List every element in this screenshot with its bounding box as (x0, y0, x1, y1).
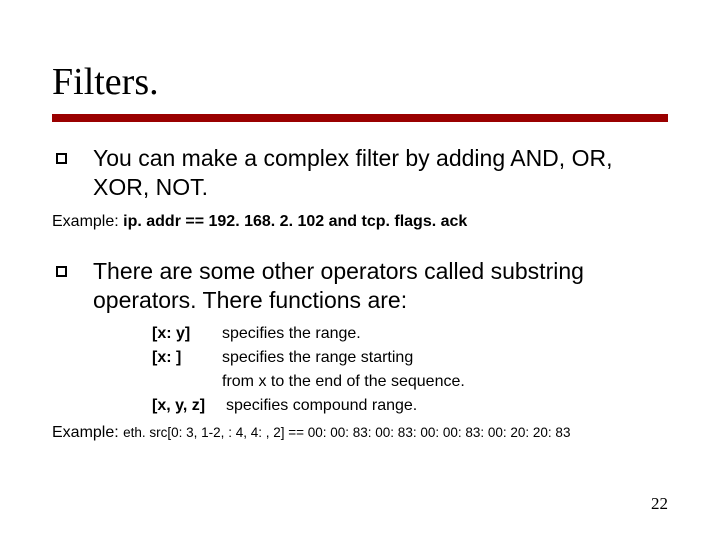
example-1-label: Example: (52, 213, 123, 230)
bullet-item-1: You can make a complex filter by adding … (52, 144, 668, 203)
example-2: Example: eth. src[0: 3, 1-2, : 4, 4: , 2… (52, 424, 668, 442)
title-rule (52, 114, 668, 122)
bullet-text-2: There are some other operators called su… (93, 257, 668, 316)
example-2-code: eth. src[0: 3, 1-2, : 4, 4: , 2] == 00: … (123, 425, 570, 440)
slide: Filters. You can make a complex filter b… (0, 0, 720, 540)
example-1: Example: ip. addr == 192. 168. 2. 102 an… (52, 213, 668, 231)
square-bullet-icon (56, 266, 67, 277)
bullet-item-2: There are some other operators called su… (52, 257, 668, 316)
slide-title: Filters. (52, 60, 668, 104)
operator-key: [x, y, z] (152, 394, 226, 418)
operator-desc: specifies compound range. (226, 394, 417, 418)
operator-list: [x: y] specifies the range. [x: ] specif… (152, 322, 668, 418)
operator-key (152, 370, 222, 394)
operator-row: [x, y, z] specifies compound range. (152, 394, 668, 418)
square-bullet-icon (56, 153, 67, 164)
bullet-text-1: You can make a complex filter by adding … (93, 144, 668, 203)
page-number: 22 (651, 494, 668, 514)
example-1-code: ip. addr == 192. 168. 2. 102 and tcp. fl… (123, 213, 467, 230)
operator-desc: specifies the range. (222, 322, 361, 346)
operator-key: [x: ] (152, 346, 222, 370)
operator-row: [x: y] specifies the range. (152, 322, 668, 346)
operator-row: from x to the end of the sequence. (152, 370, 668, 394)
operator-desc: specifies the range starting (222, 346, 413, 370)
example-2-label: Example: (52, 424, 123, 441)
operator-key: [x: y] (152, 322, 222, 346)
operator-row: [x: ] specifies the range starting (152, 346, 668, 370)
operator-desc: from x to the end of the sequence. (222, 370, 465, 394)
